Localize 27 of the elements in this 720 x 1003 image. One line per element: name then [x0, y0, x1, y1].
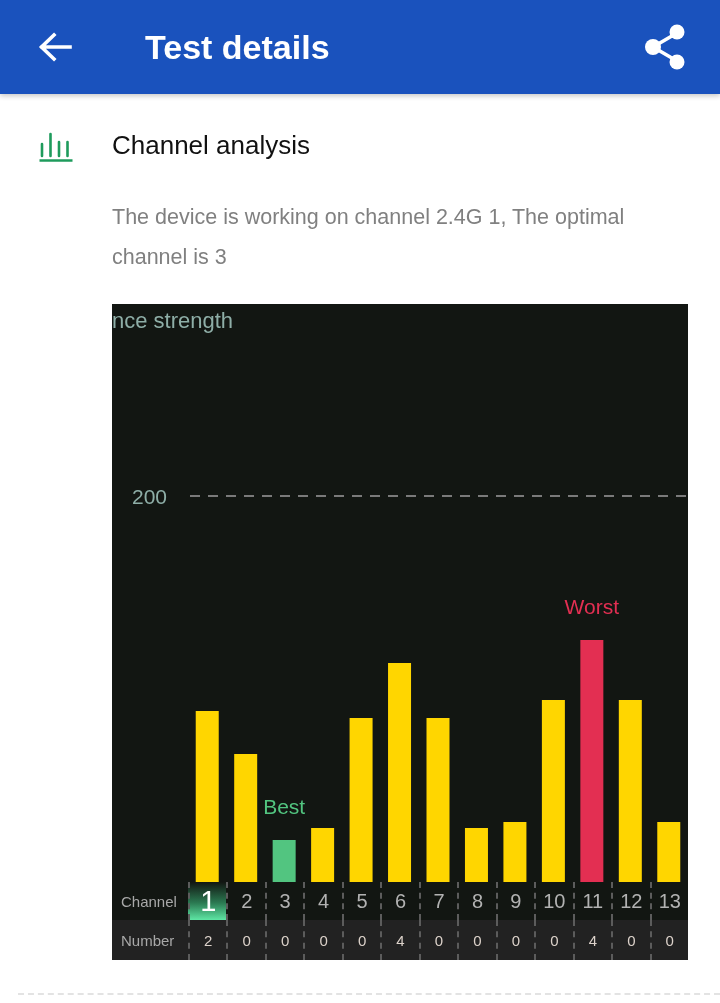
count-cell: 0	[495, 920, 535, 960]
description-text: The device is working on channel 2.4G 1, The optimal channel is 3	[112, 204, 626, 271]
bar-annotation: Worst	[564, 595, 620, 618]
count-cell: 0	[264, 920, 304, 960]
page-title: Test details	[145, 27, 330, 67]
count-cell: 4	[572, 920, 612, 960]
channel-cell: 1	[188, 882, 227, 920]
count-cell: 0	[226, 920, 265, 960]
count-cell: 0	[611, 920, 650, 960]
tick-label: 200	[132, 485, 168, 508]
count-cell: 0	[534, 920, 573, 960]
back-arrow-icon	[38, 32, 72, 62]
count-cell: 2	[188, 920, 227, 960]
share-button[interactable]	[644, 24, 686, 70]
section-title: Channel analysis	[112, 129, 310, 162]
count-cell: 0	[303, 920, 342, 960]
share-icon	[644, 24, 686, 70]
count-cell: 0	[457, 920, 496, 960]
count-cell: 4	[380, 920, 419, 960]
count-cell: 0	[649, 920, 688, 960]
count-cell: 0	[418, 920, 458, 960]
bar-annotation: Best	[263, 795, 306, 818]
axis-title: nce strength	[112, 308, 234, 333]
row-label: Channel	[120, 891, 178, 912]
count-cell: 0	[341, 920, 381, 960]
row-label: Number	[120, 930, 176, 951]
back-button[interactable]	[38, 32, 72, 62]
